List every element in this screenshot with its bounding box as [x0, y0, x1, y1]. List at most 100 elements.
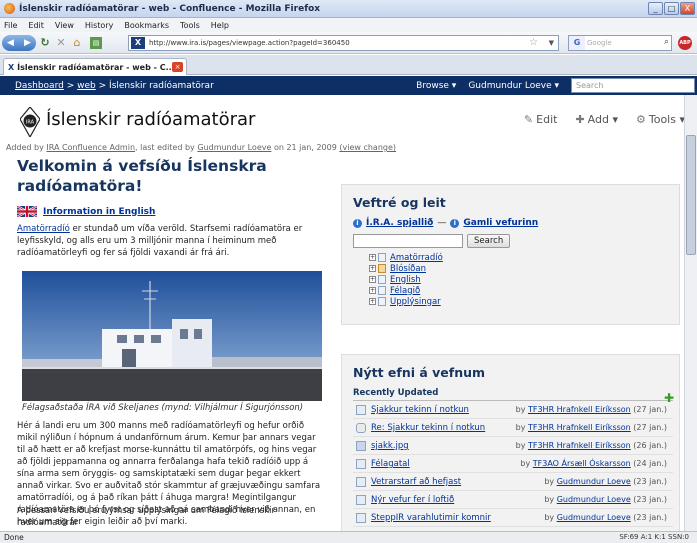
expand-icon[interactable]: +: [369, 298, 376, 305]
author-link[interactable]: TF3HR Hrafnkell Eiríksson: [528, 441, 631, 450]
old-site-link[interactable]: Gamli vefurinn: [463, 218, 538, 228]
expand-icon[interactable]: +: [369, 265, 376, 272]
confluence-header-right: Browse ▾ Gudmundur Loeve ▾ Search: [416, 76, 697, 95]
menu-file[interactable]: File: [4, 21, 17, 30]
tree-link[interactable]: Félagið: [390, 286, 420, 296]
tree-link[interactable]: Blósíðan: [390, 264, 426, 274]
site-search-button[interactable]: Search: [467, 234, 511, 248]
tree-item[interactable]: + Félagið: [369, 285, 679, 296]
by-label: by: [520, 459, 533, 468]
english-link[interactable]: Information in English: [43, 207, 155, 217]
editor-link[interactable]: Gudmundur Loeve: [197, 143, 271, 152]
update-link[interactable]: Vetrarstarf að hefjast: [371, 477, 461, 487]
url-text[interactable]: http://www.ira.is/pages/viewpage.action?…: [149, 39, 350, 47]
search-icon[interactable]: ⌕: [664, 37, 669, 47]
edit-label: Edit: [536, 113, 558, 126]
url-bar[interactable]: X http://www.ira.is/pages/viewpage.actio…: [128, 35, 559, 51]
confluence-search-input[interactable]: Search: [571, 78, 695, 93]
site-search-input[interactable]: [353, 234, 463, 248]
intro-paragraph: Amatörradíó er stundað um víða veröld. S…: [17, 223, 322, 259]
update-link[interactable]: Nýr vefur fer í loftið: [371, 495, 454, 505]
breadcrumb-web[interactable]: web: [77, 81, 96, 91]
status-bar: Done SF:69 A:1 K:1 SSN:0: [0, 531, 697, 543]
window-controls: _ □ X: [648, 2, 695, 15]
author-link[interactable]: TF3HR Hrafnkell Eiríksson: [528, 405, 631, 414]
feed-icon[interactable]: ▤: [90, 36, 102, 49]
tree-link[interactable]: Upplýsingar: [390, 297, 441, 307]
by-label: by: [544, 513, 557, 522]
creator-link[interactable]: IRA Confluence Admin: [46, 143, 135, 152]
browse-menu[interactable]: Browse ▾: [416, 81, 456, 91]
update-link[interactable]: SteppIR varahlutimir komnir: [371, 513, 491, 523]
update-link[interactable]: Sjakkur tekinn í notkun: [371, 405, 469, 415]
firefox-icon: [4, 3, 15, 14]
expand-icon[interactable]: +: [369, 276, 376, 283]
menu-tools[interactable]: Tools: [180, 21, 200, 30]
author-link[interactable]: Gudmundur Loeve: [557, 513, 631, 522]
web-search-placeholder[interactable]: Google: [587, 39, 612, 47]
forward-arrow-icon[interactable]: ▶: [24, 38, 31, 48]
menu-view[interactable]: View: [55, 21, 74, 30]
window-titlebar: Íslenskir radíóamatörar - web - Confluen…: [0, 0, 697, 18]
expand-icon[interactable]: +: [369, 287, 376, 294]
image-icon: [356, 441, 366, 451]
breadcrumb-dashboard[interactable]: Dashboard: [15, 81, 64, 91]
tree-item[interactable]: + Blósíðan: [369, 263, 679, 274]
google-engine-icon[interactable]: G: [569, 36, 585, 50]
edit-button[interactable]: ✎ Edit: [524, 113, 558, 126]
close-button[interactable]: X: [680, 2, 695, 15]
tab-current[interactable]: X Íslenskir radíóamatörar - web - C... ×: [3, 58, 187, 75]
update-link[interactable]: Re: Sjakkur tekinn í notkun: [371, 423, 485, 433]
tree-item[interactable]: + English: [369, 274, 679, 285]
web-search-box[interactable]: G Google ⌕: [568, 35, 672, 51]
menu-bookmarks[interactable]: Bookmarks: [124, 21, 169, 30]
tree-item[interactable]: + Amatörradíó: [369, 252, 679, 263]
list-item: Vetrarstarf að hefjast by Gudmundur Loev…: [353, 473, 673, 491]
menu-bar: File Edit View History Bookmarks Tools H…: [0, 18, 697, 32]
comment-icon: [356, 423, 366, 433]
page-icon: [378, 297, 386, 306]
page-icon: [356, 495, 366, 505]
history-dropdown-icon[interactable]: ▼: [549, 39, 554, 47]
expand-icon[interactable]: +: [369, 254, 376, 261]
maximize-button[interactable]: □: [664, 2, 679, 15]
back-forward-buttons[interactable]: ◀ ▶: [2, 34, 36, 51]
author-link[interactable]: Gudmundur Loeve: [557, 477, 631, 486]
menu-history[interactable]: History: [85, 21, 113, 30]
tree-item[interactable]: + Upplýsingar: [369, 296, 679, 307]
stop-icon[interactable]: ✕: [54, 35, 68, 51]
sitemap-panel: Veftré og leit i Í.R.A. spjallið — i Gam…: [341, 184, 680, 325]
minimize-button[interactable]: _: [648, 2, 663, 15]
tools-button[interactable]: ⚙ Tools ▾: [636, 113, 685, 126]
reload-icon[interactable]: ↻: [38, 35, 52, 51]
tree-link[interactable]: Amatörradíó: [390, 253, 443, 263]
back-arrow-icon[interactable]: ◀: [7, 38, 14, 48]
forum-link[interactable]: Í.R.A. spjallið: [366, 218, 433, 228]
menu-help[interactable]: Help: [211, 21, 229, 30]
info-icon: i: [353, 218, 362, 228]
tab-close-icon[interactable]: ×: [172, 62, 183, 72]
page-metadata: Added by IRA Confluence Admin, last edit…: [6, 143, 396, 152]
scrollbar-thumb[interactable]: [686, 135, 696, 255]
confluence-header: Dashboard > web > Íslenskir radíóamatöra…: [0, 76, 697, 95]
user-menu[interactable]: Gudmundur Loeve ▾: [468, 81, 559, 91]
author-link[interactable]: Gudmundur Loeve: [557, 495, 631, 504]
update-date: (27 jan.): [630, 405, 667, 414]
view-change-link[interactable]: (view change): [339, 143, 396, 152]
tree-link[interactable]: English: [390, 275, 421, 285]
author-link[interactable]: TF3HR Hrafnkell Eiríksson: [528, 423, 631, 432]
add-button[interactable]: ✚ Add ▾: [575, 113, 618, 126]
list-item: Sjakkur tekinn í notkun by TF3HR Hrafnke…: [353, 401, 673, 419]
photo-caption: Félagsaðstaða ÍRA við Skeljanes (mynd: V…: [22, 403, 304, 413]
update-link[interactable]: sjakk.jpg: [371, 441, 409, 451]
author-link[interactable]: TF3AO Ársæll Óskarsson: [533, 459, 631, 468]
amatorradio-link[interactable]: Amatörradíó: [17, 224, 70, 234]
menu-edit[interactable]: Edit: [28, 21, 44, 30]
vertical-scrollbar[interactable]: [684, 95, 697, 531]
bookmark-star-icon[interactable]: ☆: [529, 37, 538, 48]
update-link[interactable]: Félagatal: [371, 459, 410, 469]
status-text: Done: [4, 533, 24, 542]
pencil-icon: ✎: [523, 113, 534, 126]
adblock-icon[interactable]: ABP: [678, 36, 692, 50]
home-icon[interactable]: ⌂: [70, 35, 84, 51]
